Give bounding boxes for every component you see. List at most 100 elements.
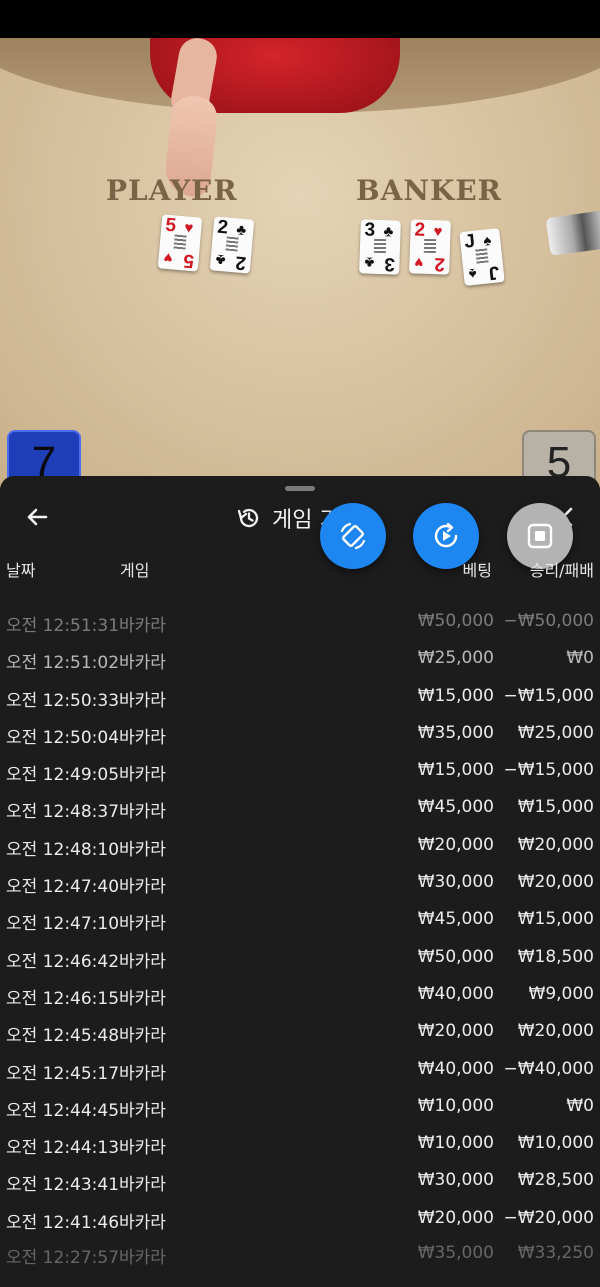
history-row[interactable]: 오전 12:48:10 바카라 ₩20,000 ₩20,000 [0, 827, 600, 864]
replay-icon [434, 522, 458, 548]
live-video[interactable]: PLAYER BANKER 5 ♥ 5 ♥ 2 ♣ 2 ♣ 3 ♣ 3 ♣ 2 ♥ 2 ♥ J ♠ J ♠ 7 5 [0, 38, 600, 488]
row-result: −₩50,000 [503, 611, 594, 631]
row-date: 오전 12:47:10 [6, 914, 120, 935]
row-date: 오전 12:48:37 [6, 802, 120, 823]
history-row[interactable]: 오전 12:46:42 바카라 ₩50,000 ₩18,500 [0, 939, 600, 976]
history-row[interactable]: 오전 12:44:45 바카라 ₩10,000 ₩0 [0, 1088, 600, 1125]
history-row[interactable]: 오전 12:50:04 바카라 ₩35,000 ₩25,000 [0, 715, 600, 752]
sheet-drag-handle[interactable] [285, 486, 315, 491]
card-rank: 5 [183, 249, 196, 272]
history-row[interactable]: 오전 12:27:57 바카라 ₩35,000 ₩33,250 [0, 1237, 600, 1274]
row-game: 바카라 [119, 839, 166, 860]
back-button[interactable] [22, 502, 52, 532]
row-result: ₩9,000 [528, 983, 594, 1004]
row-date: 오전 12:46:15 [6, 988, 120, 1009]
card-rank: 2 [414, 219, 426, 241]
back-arrow-icon [27, 508, 48, 526]
history-row[interactable]: 오전 12:44:13 바카라 ₩10,000 ₩10,000 [0, 1125, 600, 1162]
card-rank: J [463, 230, 476, 253]
row-bet: ₩10,000 [417, 1133, 494, 1154]
banker-zone-label: BANKER [356, 174, 502, 207]
card-suit: ♣ [383, 223, 394, 241]
card-suit: ♥ [183, 219, 194, 238]
card-suit: ♠ [482, 231, 493, 250]
row-date: 오전 12:44:13 [6, 1138, 120, 1159]
history-row[interactable]: 오전 12:49:05 바카라 ₩15,000 −₩15,000 [0, 752, 600, 789]
card-face-pattern [373, 238, 387, 254]
row-result: ₩20,000 [517, 872, 594, 893]
card-rank: 2 [434, 253, 446, 275]
history-row[interactable]: 오전 12:48:37 바카라 ₩45,000 ₩15,000 [0, 789, 600, 826]
card-suit: ♥ [414, 253, 424, 271]
row-game: 바카라 [119, 653, 166, 674]
row-game: 바카라 [119, 802, 166, 823]
column-game: 게임 [120, 561, 150, 580]
player-zone-label: PLAYER [106, 174, 238, 207]
row-bet: ₩30,000 [417, 1170, 494, 1191]
row-date: 오전 12:47:40 [6, 877, 120, 898]
row-date: 오전 12:46:42 [6, 951, 120, 972]
history-row[interactable]: 오전 12:43:41 바카라 ₩30,000 ₩28,500 [0, 1162, 600, 1199]
row-date: 오전 12:50:33 [6, 690, 120, 711]
row-game: 바카라 [119, 1212, 166, 1233]
history-row[interactable]: 오전 12:50:33 바카라 ₩15,000 −₩15,000 [0, 678, 600, 715]
row-bet: ₩40,000 [417, 1058, 494, 1079]
row-game: 바카라 [119, 988, 166, 1009]
row-game: 바카라 [119, 877, 166, 898]
row-game: 바카라 [119, 690, 166, 711]
row-bet: ₩10,000 [417, 1095, 494, 1116]
card-face-pattern [173, 234, 187, 250]
history-row[interactable]: 오전 12:41:46 바카라 ₩20,000 −₩20,000 [0, 1200, 600, 1237]
game-history-sheet: 게임 기 날짜 게임 베팅 승리/패배 오전 12:51:31 바카라 ₩50,00… [0, 476, 600, 1287]
playing-card: J ♠ J ♠ [459, 228, 505, 286]
history-row[interactable]: 오전 12:45:17 바카라 ₩40,000 −₩40,000 [0, 1051, 600, 1088]
history-row[interactable]: 오전 12:46:15 바카라 ₩40,000 ₩9,000 [0, 976, 600, 1013]
row-bet: ₩15,000 [417, 685, 494, 706]
row-game: 바카라 [119, 765, 166, 786]
row-bet: ₩45,000 [417, 909, 494, 930]
history-row[interactable]: 오전 12:45:48 바카라 ₩20,000 ₩20,000 [0, 1013, 600, 1050]
row-game: 바카라 [119, 1138, 166, 1159]
history-row[interactable]: 오전 12:47:40 바카라 ₩30,000 ₩20,000 [0, 864, 600, 901]
rotate-screen-icon [340, 522, 366, 550]
status-bar [0, 0, 600, 38]
row-date: 오전 12:50:04 [6, 727, 120, 748]
column-bet: 베팅 [462, 561, 492, 580]
row-bet: ₩45,000 [417, 797, 494, 818]
row-bet: ₩15,000 [417, 760, 494, 781]
history-table-body[interactable]: 오전 12:51:31 바카라 ₩50,000 −₩50,000 오전 12:51:02… [0, 603, 600, 1274]
row-result: −₩15,000 [503, 760, 594, 781]
row-game: 바카라 [119, 1063, 166, 1084]
row-bet: ₩50,000 [417, 611, 494, 631]
row-game: 바카라 [119, 1026, 166, 1047]
row-date: 오전 12:45:48 [6, 1026, 120, 1047]
card-suit: ♥ [162, 248, 174, 267]
row-result: ₩0 [566, 1095, 594, 1116]
column-win-loss: 승리/패배 [529, 561, 594, 580]
row-result: ₩0 [566, 648, 594, 669]
row-date: 오전 12:48:10 [6, 839, 120, 860]
history-table-header: 날짜 게임 베팅 승리/패배 [0, 557, 600, 581]
stop-icon [527, 523, 553, 549]
playing-card: 2 ♣ 2 ♣ [209, 216, 255, 274]
row-date: 오전 12:51:02 [6, 653, 120, 674]
row-result: −₩40,000 [503, 1058, 594, 1079]
history-row[interactable]: 오전 12:51:02 바카라 ₩25,000 ₩0 [0, 640, 600, 677]
history-row[interactable]: 오전 12:47:10 바카라 ₩45,000 ₩15,000 [0, 901, 600, 938]
card-face-pattern [475, 248, 489, 264]
row-result: ₩20,000 [517, 834, 594, 855]
row-bet: ₩30,000 [417, 872, 494, 893]
row-date: 오전 12:27:57 [6, 1248, 120, 1269]
row-date: 오전 12:45:17 [6, 1063, 120, 1084]
card-suit: ♣ [364, 253, 375, 271]
row-result: ₩15,000 [517, 797, 594, 818]
history-row[interactable]: 오전 12:51:31 바카라 ₩50,000 −₩50,000 [0, 603, 600, 640]
row-date: 오전 12:51:31 [6, 616, 120, 636]
card-suit: ♥ [433, 223, 443, 241]
row-bet: ₩50,000 [417, 946, 494, 967]
row-bet: ₩35,000 [417, 722, 494, 743]
row-game: 바카라 [119, 1100, 166, 1121]
history-icon [237, 508, 259, 528]
card-rank: 3 [364, 219, 376, 241]
playing-card: 5 ♥ 5 ♥ [157, 214, 203, 272]
